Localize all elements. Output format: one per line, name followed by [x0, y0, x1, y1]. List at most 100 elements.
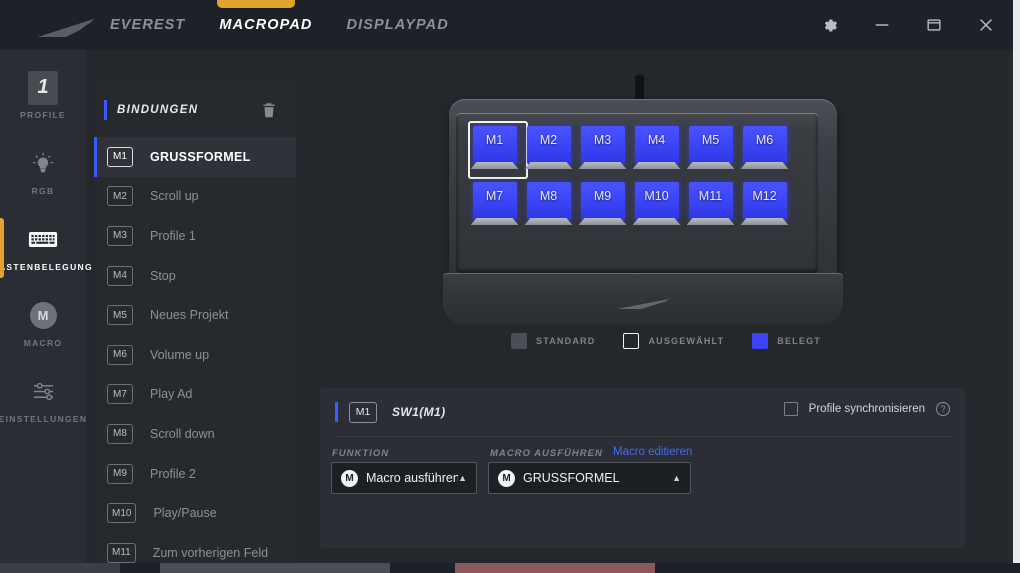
- chevron-up-icon: ▲: [458, 473, 467, 483]
- sidebar-item-einstellungen[interactable]: EINSTELLUNGEN: [0, 362, 86, 438]
- chevron-up-icon: ▲: [672, 473, 681, 483]
- taskbar-item-3[interactable]: [455, 563, 655, 573]
- binding-label: Zum vorherigen Feld: [152, 545, 269, 560]
- question-mark-icon[interactable]: ?: [936, 402, 950, 416]
- list-item[interactable]: M4 Stop: [94, 256, 296, 296]
- config-switch-name: SW1(M1): [392, 405, 446, 419]
- config-accent-bar: [335, 402, 338, 422]
- device-key-base: [470, 162, 519, 169]
- minimize-icon[interactable]: [871, 14, 893, 36]
- taskbar-item-2[interactable]: [160, 563, 390, 573]
- taskbar[interactable]: [0, 563, 1020, 573]
- bindings-panel: BINDUNGEN M1 GRUSSFORMEL M2 Scroll up M3…: [94, 82, 296, 563]
- profile-sync-toggle[interactable]: Profile synchronisieren ?: [783, 402, 950, 416]
- device-key[interactable]: M12: [740, 182, 789, 226]
- tab-everest[interactable]: EVEREST: [110, 17, 185, 33]
- device-key-base: [578, 162, 627, 169]
- taskbar-item-1[interactable]: [0, 563, 120, 573]
- list-item[interactable]: M1 GRUSSFORMEL: [94, 137, 296, 177]
- bindings-list[interactable]: M1 GRUSSFORMEL M2 Scroll up M3 Profile 1…: [94, 137, 296, 563]
- device-key[interactable]: M8: [524, 182, 573, 226]
- device-key-label: M6: [755, 133, 774, 147]
- sidebar-nav: 1 PROFILE RGB TASTENBELEGUNG M MACRO EIN…: [0, 50, 92, 563]
- device-key-base: [578, 218, 627, 225]
- restore-icon[interactable]: [923, 14, 945, 36]
- device-key-base: [632, 218, 681, 225]
- legend-swatch-belegt: [752, 333, 769, 349]
- window-controls: [819, 0, 997, 50]
- sliders-icon: [28, 377, 58, 407]
- device-key-label: M2: [539, 133, 558, 147]
- list-item[interactable]: M2 Scroll up: [94, 177, 296, 217]
- tab-macropad[interactable]: MACROPAD: [219, 17, 312, 33]
- sidebar-item-rgb[interactable]: RGB: [0, 134, 86, 210]
- list-item[interactable]: M6 Volume up: [94, 335, 296, 375]
- device-key-base: [470, 218, 519, 225]
- list-item[interactable]: M10 Play/Pause: [94, 493, 296, 533]
- device-key[interactable]: M5: [686, 126, 735, 170]
- gear-icon[interactable]: [819, 14, 841, 36]
- binding-key-chip: M6: [107, 344, 133, 365]
- binding-label: Profile 2: [150, 466, 196, 481]
- legend-item-ausgewaehlt: AUSGEWÄHLT: [623, 333, 724, 349]
- trash-icon[interactable]: [260, 101, 278, 119]
- profile-sync-label: Profile synchronisieren: [808, 403, 925, 415]
- brand-logo-icon: [36, 17, 98, 39]
- profile-number: 1: [28, 70, 58, 105]
- list-item[interactable]: M11 Zum vorherigen Feld: [94, 533, 296, 563]
- binding-key-chip: M10: [107, 503, 137, 524]
- profile-sync-checkbox[interactable]: [783, 402, 798, 416]
- macro-m-circle-icon: M: [341, 469, 358, 487]
- config-divider: [336, 436, 950, 437]
- close-icon[interactable]: [975, 14, 997, 36]
- binding-label: Play/Pause: [153, 506, 217, 521]
- macro-dropdown[interactable]: M GRUSSFORMEL ▲: [488, 462, 691, 494]
- device-key-label: M3: [593, 133, 612, 147]
- binding-label: Profile 1: [150, 228, 196, 243]
- binding-key-chip: M3: [107, 225, 133, 246]
- device-key[interactable]: M11: [686, 182, 735, 226]
- desktop-background-right: [1013, 0, 1020, 573]
- device-key-base: [686, 162, 735, 169]
- device-brand-emblem-icon: [615, 297, 671, 311]
- tab-displaypad[interactable]: DISPLAYPAD: [347, 17, 449, 33]
- list-item[interactable]: M7 Play Ad: [94, 375, 296, 415]
- sidebar-label-einstellungen: EINSTELLUNGEN: [0, 413, 88, 424]
- binding-key-chip: M4: [107, 265, 133, 286]
- binding-key-chip: M11: [107, 542, 136, 563]
- keyboard-icon: [28, 225, 58, 255]
- device-key-label: M12: [752, 189, 777, 203]
- sidebar-item-profile[interactable]: 1 PROFILE: [0, 58, 86, 134]
- funktion-dropdown[interactable]: M Macro ausführen ▲: [331, 462, 477, 494]
- sidebar-item-tastenbelegung[interactable]: TASTENBELEGUNG: [0, 210, 92, 286]
- config-key-chip: M1: [349, 401, 377, 423]
- binding-label: Play Ad: [150, 387, 193, 402]
- list-item[interactable]: M8 Scroll down: [94, 414, 296, 454]
- device-key-label: M5: [701, 133, 720, 147]
- funktion-field-label: FUNKTION: [332, 448, 390, 459]
- device-key[interactable]: M10: [632, 182, 681, 226]
- sidebar-item-macro[interactable]: M MACRO: [0, 286, 86, 362]
- device-key[interactable]: M4: [632, 126, 681, 170]
- lightbulb-icon: [28, 149, 58, 179]
- binding-key-chip: M2: [107, 186, 133, 207]
- binding-label: Stop: [150, 268, 176, 283]
- device-key[interactable]: M6: [740, 126, 789, 170]
- sidebar-label-rgb: RGB: [31, 185, 55, 196]
- device-preview-area: M1 M2 M3 M4 M5 M6 M7 M8 M9 M10 M11 M12 S…: [300, 50, 1013, 380]
- device-key[interactable]: M1: [467, 121, 528, 179]
- device-key-base: [686, 218, 735, 225]
- sidebar-label-profile: PROFILE: [20, 109, 66, 120]
- device-key[interactable]: M3: [578, 126, 627, 170]
- key-config-panel: M1 SW1(M1) Profile synchronisieren ? FUN…: [320, 388, 966, 548]
- list-item[interactable]: M9 Profile 2: [94, 454, 296, 494]
- device-key[interactable]: M9: [578, 182, 627, 226]
- device-key[interactable]: M2: [524, 126, 573, 170]
- device-key-label: M9: [593, 189, 612, 203]
- list-item[interactable]: M5 Neues Projekt: [94, 295, 296, 335]
- device-key-grid: M1 M2 M3 M4 M5 M6 M7 M8 M9 M10 M11 M12: [467, 121, 790, 233]
- list-item[interactable]: M3 Profile 1: [94, 216, 296, 256]
- macro-edit-link[interactable]: Macro editieren: [613, 446, 692, 458]
- device-key[interactable]: M7: [470, 182, 519, 226]
- legend-item-standard: STANDARD: [511, 333, 595, 349]
